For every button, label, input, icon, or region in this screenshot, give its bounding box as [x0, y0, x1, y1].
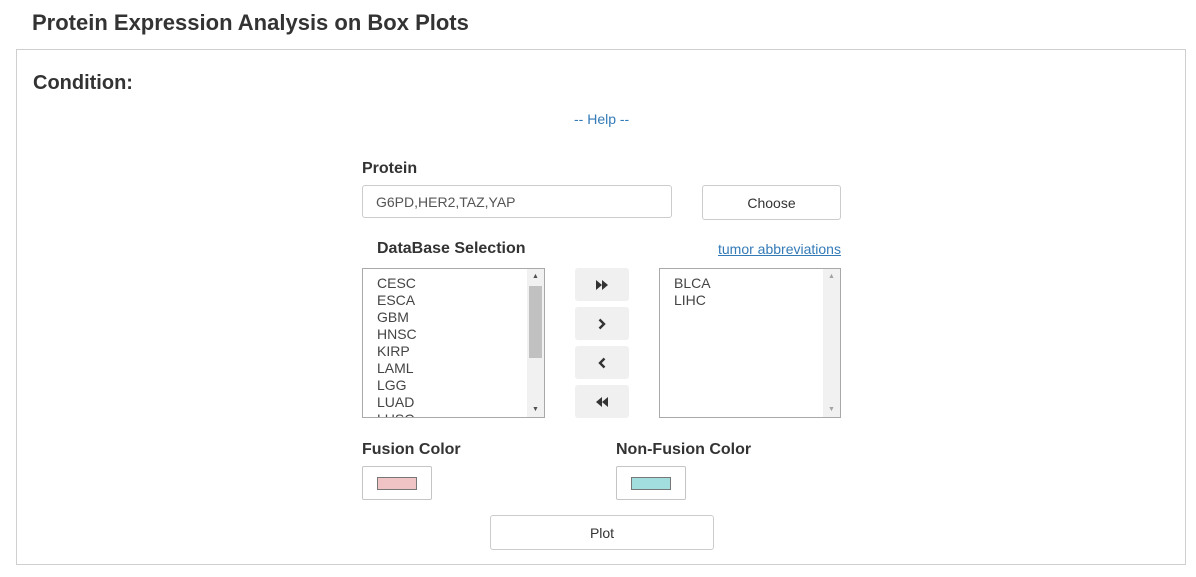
condition-title: Condition: [33, 72, 133, 94]
available-list-scrollbar[interactable]: ▲ ▼ [527, 269, 544, 417]
add-selected-button[interactable] [575, 307, 629, 340]
available-database-list[interactable]: CESCESCAGBMHNSCKIRPLAMLLGGLUADLUSC ▲ ▼ [362, 268, 545, 418]
remove-selected-button[interactable] [575, 346, 629, 379]
selected-list-scrollbar[interactable]: ▲ ▼ [823, 269, 840, 417]
non-fusion-color-swatch [631, 476, 671, 490]
double-chevron-right-icon [596, 279, 608, 290]
selected-database-list[interactable]: BLCA LIHC ▲ ▼ [659, 268, 841, 418]
list-item[interactable]: LAML [377, 360, 417, 377]
list-item[interactable]: LIHC [674, 292, 711, 309]
selected-database-items: BLCA LIHC [674, 275, 711, 309]
list-item[interactable]: GBM [377, 309, 417, 326]
fusion-color-label: Fusion Color [362, 441, 461, 458]
help-link[interactable]: -- Help -- [574, 111, 629, 127]
add-all-button[interactable] [575, 268, 629, 301]
non-fusion-color-label: Non-Fusion Color [616, 441, 752, 458]
scroll-down-arrow-icon[interactable]: ▼ [527, 402, 544, 417]
database-selection-label: DataBase Selection [377, 240, 526, 257]
remove-all-button[interactable] [575, 385, 629, 418]
protein-label: Protein [362, 160, 418, 177]
scroll-up-arrow-icon[interactable]: ▲ [527, 269, 544, 284]
scroll-down-arrow-icon[interactable]: ▼ [823, 402, 840, 417]
list-item[interactable]: HNSC [377, 326, 417, 343]
list-item[interactable]: KIRP [377, 343, 417, 360]
fusion-color-picker[interactable] [362, 466, 432, 500]
list-item[interactable]: LUAD [377, 394, 417, 411]
chevron-left-icon [598, 357, 606, 368]
available-database-items: CESCESCAGBMHNSCKIRPLAMLLGGLUADLUSC [377, 275, 417, 417]
fusion-color-swatch [377, 476, 417, 490]
list-item[interactable]: ESCA [377, 292, 417, 309]
chevron-right-icon [598, 318, 606, 329]
protein-input[interactable] [362, 185, 672, 218]
plot-button[interactable]: Plot [490, 515, 714, 550]
scroll-up-arrow-icon[interactable]: ▲ [823, 269, 840, 284]
scrollbar-thumb[interactable] [529, 286, 542, 358]
list-item[interactable]: LGG [377, 377, 417, 394]
condition-panel: Condition: -- Help -- Protein Choose Dat… [16, 49, 1186, 565]
list-item[interactable]: BLCA [674, 275, 711, 292]
non-fusion-color-picker[interactable] [616, 466, 686, 500]
choose-button[interactable]: Choose [702, 185, 841, 220]
page-title: Protein Expression Analysis on Box Plots [32, 10, 469, 35]
tumor-abbreviations-link[interactable]: tumor abbreviations [718, 241, 841, 257]
double-chevron-left-icon [596, 396, 608, 407]
list-item[interactable]: CESC [377, 275, 417, 292]
list-item[interactable]: LUSC [377, 411, 417, 417]
